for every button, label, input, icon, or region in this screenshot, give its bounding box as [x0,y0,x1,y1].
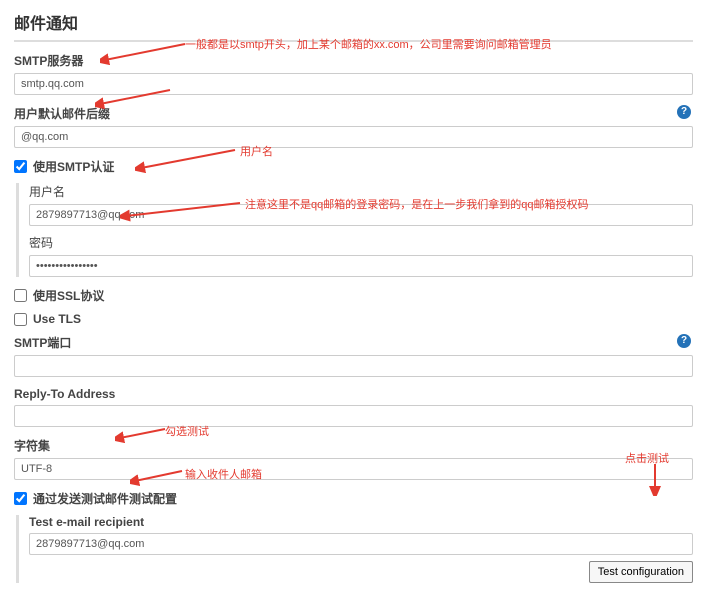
test-configuration-button[interactable]: Test configuration [589,561,693,583]
use-tls-label: Use TLS [33,312,81,326]
test-config-block: Test e-mail recipient 输入收件人邮箱 点击测试 Test … [16,515,693,583]
default-suffix-label: 用户默认邮件后缀 [14,105,693,122]
reply-to-input[interactable] [14,405,693,427]
username-label: 用户名 [29,183,693,200]
charset-input[interactable] [14,458,693,480]
use-tls-checkbox[interactable] [14,313,27,326]
test-config-checkbox[interactable] [14,492,27,505]
help-icon[interactable]: ? [677,105,691,119]
smtp-auth-block: 用户名 用户名 密码 注意这里不是qq邮箱的登录密码，是在上一步我们拿到的qq邮… [16,183,693,277]
smtp-port-field: SMTP端口 ? [14,334,693,377]
page-title: 邮件通知 [14,10,693,42]
password-label: 密码 [29,234,693,251]
default-suffix-field: 用户默认邮件后缀 ? [14,105,693,148]
default-suffix-input[interactable] [14,126,693,148]
use-ssl-label: 使用SSL协议 [33,287,104,304]
reply-to-label: Reply-To Address [14,387,693,401]
smtp-server-field: SMTP服务器 [14,52,693,95]
use-ssl-row: 使用SSL协议 [14,287,693,304]
charset-field: 字符集 [14,437,693,480]
test-config-row: 通过发送测试邮件测试配置 [14,490,693,507]
use-ssl-checkbox[interactable] [14,289,27,302]
smtp-auth-checkbox[interactable] [14,160,27,173]
use-tls-row: Use TLS [14,312,693,326]
username-input[interactable] [29,204,693,226]
help-icon[interactable]: ? [677,334,691,348]
smtp-server-label: SMTP服务器 [14,52,693,69]
test-recipient-label: Test e-mail recipient [29,515,693,529]
test-recipient-input[interactable] [29,533,693,555]
smtp-auth-row: 使用SMTP认证 [14,158,693,175]
test-button-row: Test configuration [29,561,693,583]
smtp-port-label: SMTP端口 [14,334,693,351]
test-config-label: 通过发送测试邮件测试配置 [33,490,177,507]
smtp-port-input[interactable] [14,355,693,377]
reply-to-field: Reply-To Address [14,387,693,427]
smtp-server-input[interactable] [14,73,693,95]
smtp-auth-label: 使用SMTP认证 [33,158,114,175]
charset-label: 字符集 [14,437,693,454]
password-input[interactable] [29,255,693,277]
